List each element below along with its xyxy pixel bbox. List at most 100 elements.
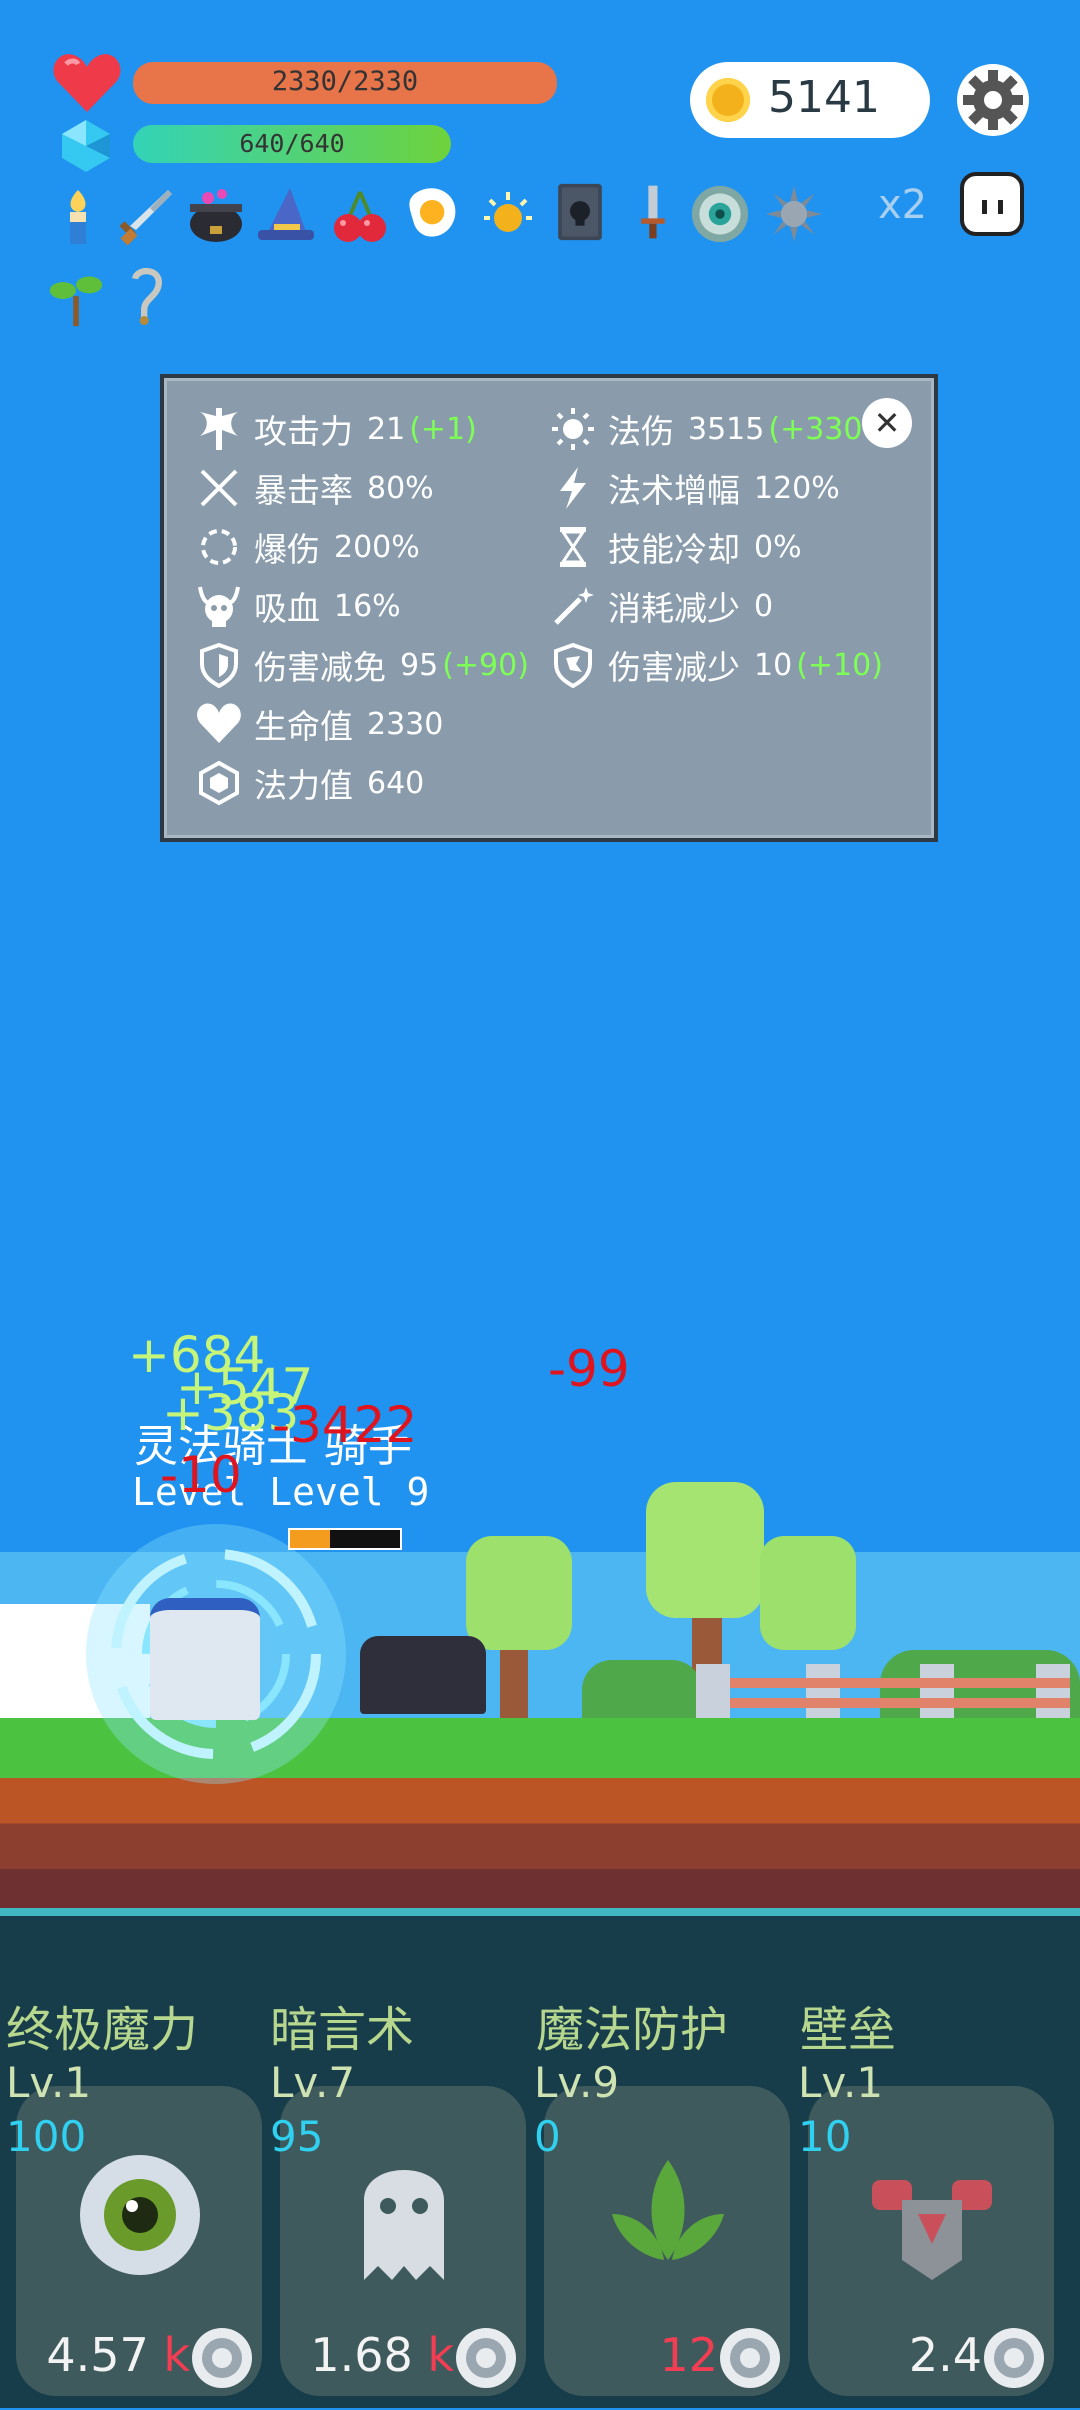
damage-number: -3422 <box>272 1396 418 1454</box>
skill-card-magic-protection[interactable]: 魔法防护 Lv.9 0 12 <box>528 1990 790 2410</box>
upgrade-coin-icon[interactable] <box>718 2326 782 2390</box>
upgrade-coin-icon[interactable] <box>454 2326 518 2390</box>
upgrade-coin-icon[interactable] <box>190 2326 254 2390</box>
sun-icon <box>548 404 598 454</box>
crossed-blades-icon <box>194 463 244 513</box>
stat-magic-damage: 法伤 3515 (+330 <box>548 404 862 454</box>
stat-label: 法伤 <box>608 412 674 451</box>
stat-label: 伤害减少 <box>608 648 740 687</box>
speed-multiplier[interactable]: x2 <box>878 182 927 228</box>
stat-value: 2330 <box>367 706 444 742</box>
skill-name: 暗言术 <box>270 2002 415 2058</box>
player-knight <box>150 1598 260 1720</box>
stat-value: 3515 <box>688 411 765 447</box>
mp-bar: 640/640 <box>133 125 451 163</box>
price-value: 1.68 <box>310 2328 413 2382</box>
close-icon[interactable]: ✕ <box>862 398 912 448</box>
skill-card-bulwark[interactable]: 壁垒 Lv.1 10 2.4 <box>792 1990 1054 2410</box>
stat-value: 95 <box>400 647 439 683</box>
damage-number: -99 <box>548 1340 630 1398</box>
stat-label: 爆伤 <box>254 530 320 569</box>
upgrade-coin-icon[interactable] <box>982 2326 1046 2390</box>
dragon-shield-icon <box>548 640 598 690</box>
eyeball-icon <box>80 2155 200 2275</box>
shield-icon <box>194 640 244 690</box>
stat-cost-reduction: 消耗减少 0 <box>548 581 773 631</box>
wizard-hat-icon[interactable] <box>256 186 316 246</box>
stat-cooldown: 技能冷却 0% <box>548 522 802 572</box>
stats-panel: ✕ 攻击力 21 (+1) 暴击率 80% 爆伤 200% 吸血 16% 伤害减… <box>160 374 938 842</box>
cherries-icon[interactable] <box>330 186 390 246</box>
heart-icon <box>194 699 244 749</box>
stat-bonus: (+330 <box>768 411 863 447</box>
skill-level: Lv.9 <box>534 2058 620 2107</box>
stat-spell-amp: 法术增幅 120% <box>548 463 840 513</box>
stat-value: 0 <box>754 588 774 624</box>
skill-name: 壁垒 <box>800 2002 897 2058</box>
stat-crit-rate: 暴击率 80% <box>194 463 434 513</box>
stat-attack: 攻击力 21 (+1) <box>194 404 477 454</box>
eye-ring-icon[interactable] <box>690 184 750 244</box>
bush <box>582 1660 702 1720</box>
skill-price: 12 <box>659 2328 718 2382</box>
hp-bar: 2330/2330 <box>133 62 557 104</box>
tree <box>646 1482 764 1618</box>
stat-hp: 生命值 2330 <box>194 699 443 749</box>
lightning-icon <box>548 463 598 513</box>
torch-icon[interactable] <box>48 186 108 246</box>
skull-book-icon[interactable] <box>550 182 610 242</box>
spiked-ball-icon[interactable] <box>764 184 824 244</box>
price-value: 12 <box>659 2328 718 2382</box>
sapling-icon[interactable] <box>46 268 106 328</box>
stat-bonus: (+1) <box>409 411 477 447</box>
skill-mana-cost: 95 <box>270 2112 324 2161</box>
skills-divider <box>0 1908 1080 1916</box>
stat-value: 21 <box>367 411 406 447</box>
price-value: 2.4 <box>908 2328 982 2382</box>
stat-bonus: (+10) <box>796 647 883 683</box>
stat-label: 技能冷却 <box>608 530 740 569</box>
coin-amount: 5141 <box>768 72 880 123</box>
stat-label: 法术增幅 <box>608 471 740 510</box>
stat-lifesteal: 吸血 16% <box>194 581 401 631</box>
stat-label: 消耗减少 <box>608 589 740 628</box>
skill-level: Lv.1 <box>6 2058 92 2107</box>
stat-label: 法力值 <box>254 766 353 805</box>
mp-text: 640/640 <box>239 129 345 158</box>
dagger-icon[interactable] <box>622 182 682 242</box>
fence <box>690 1664 1080 1720</box>
fried-egg-icon[interactable] <box>404 184 464 244</box>
axe-icon <box>194 404 244 454</box>
sun-orb-icon[interactable] <box>478 186 538 246</box>
skill-card-shadow-word[interactable]: 暗言术 Lv.7 95 1.68 k <box>264 1990 526 2410</box>
enemy-creature <box>360 1636 486 1714</box>
burst-ring-icon <box>194 522 244 572</box>
stat-label: 暴击率 <box>254 471 353 510</box>
stat-label: 攻击力 <box>254 412 353 451</box>
stat-bonus: (+90) <box>442 647 529 683</box>
armor-icon <box>872 2180 992 2280</box>
stat-value: 80% <box>367 470 434 506</box>
stat-crit-damage: 爆伤 200% <box>194 522 420 572</box>
ghost-pet-icon[interactable] <box>958 170 1026 238</box>
stat-label: 吸血 <box>254 589 320 628</box>
cauldron-icon[interactable] <box>186 186 246 246</box>
gem-icon <box>194 758 244 808</box>
price-unit: k <box>163 2328 190 2382</box>
stat-damage-reduction: 伤害减少 10 (+10) <box>548 640 883 690</box>
settings-gear-icon[interactable] <box>955 62 1031 138</box>
skill-mana-cost: 0 <box>534 2112 561 2161</box>
stat-value: 120% <box>754 470 840 506</box>
hp-text: 2330/2330 <box>271 66 419 97</box>
stat-damage-immunity: 伤害减免 95 (+90) <box>194 640 529 690</box>
magic-wand-icon <box>548 581 598 631</box>
skill-mana-cost: 10 <box>798 2112 852 2161</box>
hook-icon[interactable] <box>116 266 176 326</box>
coin-counter: 5141 <box>690 62 930 138</box>
skill-price: 2.4 <box>909 2328 982 2382</box>
price-unit: k <box>427 2328 454 2382</box>
sword-icon[interactable] <box>114 186 174 246</box>
skill-card-ultimate-mana[interactable]: 终极魔力 Lv.1 100 4.57 k <box>0 1990 262 2410</box>
stat-value: 10 <box>754 647 793 683</box>
mana-crystal-icon <box>62 120 110 172</box>
